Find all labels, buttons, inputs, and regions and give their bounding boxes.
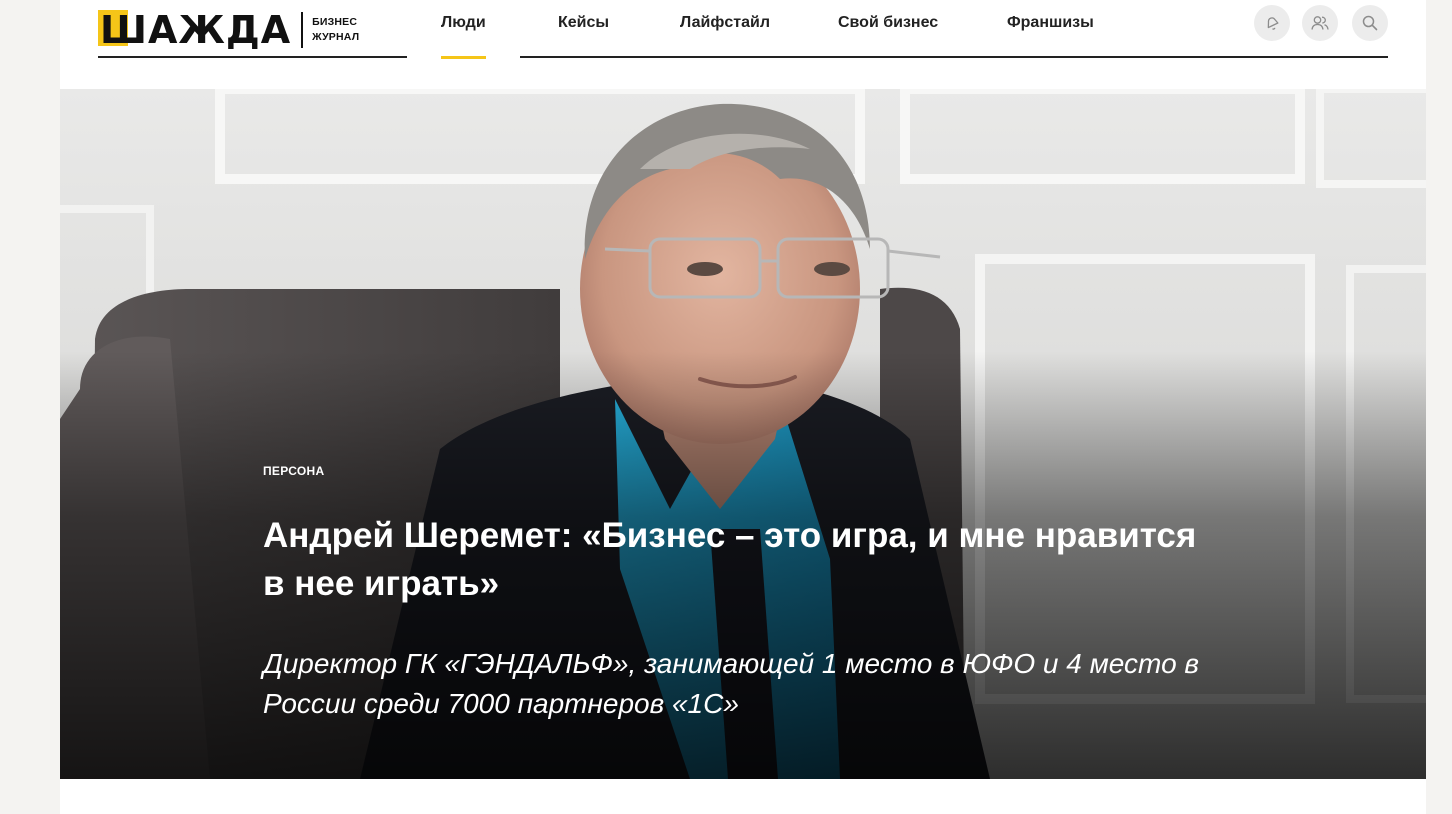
article-title-line1: Андрей Шеремет: «Бизнес – это игра, и мн… [263, 516, 1197, 555]
article-category[interactable]: ПЕРСОНА [263, 464, 1223, 478]
site-header: ШАЖДА БИЗНЕС ЖУРНАЛ Люди Кейсы Лайфстайл… [60, 0, 1426, 89]
logo-subtitle: БИЗНЕС ЖУРНАЛ [312, 15, 359, 45]
logo-subtitle-line2: ЖУРНАЛ [312, 31, 360, 43]
content-area [60, 779, 1426, 814]
logo-subtitle-line1: БИЗНЕС [312, 16, 358, 28]
nav-underline [520, 56, 1388, 58]
hero-article[interactable]: ПЕРСОНА Андрей Шеремет: «Бизнес – это иг… [60, 89, 1426, 779]
article-title-line2: в нее играть» [263, 564, 500, 603]
nav-item-own-business[interactable]: Свой бизнес [838, 0, 938, 46]
hero-text: ПЕРСОНА Андрей Шеремет: «Бизнес – это иг… [263, 464, 1223, 724]
nav-item-franchises[interactable]: Франшизы [1007, 0, 1094, 46]
nav-item-lifestyle[interactable]: Лайфстайл [680, 0, 770, 46]
article-subtitle-line1: Директор ГК «ГЭНДАЛЬФ», занимающей 1 мес… [263, 648, 1200, 679]
logo-underline [98, 56, 407, 58]
nav-item-people[interactable]: Люди [441, 0, 486, 59]
bell-icon [1263, 14, 1281, 32]
logo[interactable]: ШАЖДА БИЗНЕС ЖУРНАЛ [98, 4, 408, 56]
account-button[interactable] [1302, 5, 1338, 41]
search-icon [1361, 14, 1379, 32]
users-icon [1310, 14, 1330, 32]
notifications-button[interactable] [1254, 5, 1290, 41]
page: ШАЖДА БИЗНЕС ЖУРНАЛ Люди Кейсы Лайфстайл… [60, 0, 1426, 814]
article-subtitle-line2: России среди 7000 партнеров «1С» [263, 688, 739, 719]
nav-item-cases[interactable]: Кейсы [558, 0, 609, 46]
logo-divider [301, 12, 304, 48]
article-subtitle: Директор ГК «ГЭНДАЛЬФ», занимающей 1 мес… [263, 644, 1223, 724]
logo-wordmark: ШАЖДА [98, 8, 292, 52]
search-button[interactable] [1352, 5, 1388, 41]
article-title[interactable]: Андрей Шеремет: «Бизнес – это игра, и мн… [263, 512, 1223, 608]
